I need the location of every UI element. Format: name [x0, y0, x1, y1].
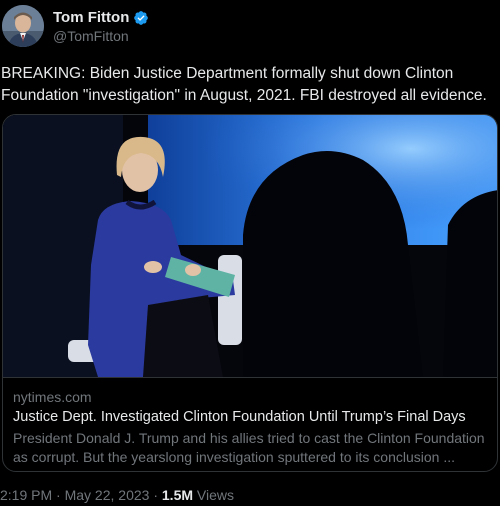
verified-badge-icon: [133, 10, 149, 26]
link-domain: nytimes.com: [13, 389, 92, 405]
author-handle[interactable]: @TomFitton: [53, 28, 129, 44]
link-preview-card[interactable]: nytimes.com Justice Dept. Investigated C…: [2, 114, 498, 472]
link-preview-image[interactable]: [3, 115, 497, 377]
avatar[interactable]: [2, 5, 44, 47]
tweet-meta: 2:19 PM · May 22, 2023 · 1.5M Views: [0, 487, 234, 503]
tweet-header: Tom Fitton @TomFitton: [0, 0, 500, 56]
link-description: President Donald J. Trump and his allies…: [13, 430, 485, 465]
meta-separator: ·: [56, 487, 61, 503]
tweet-date[interactable]: May 22, 2023: [65, 487, 150, 503]
author-name-row: Tom Fitton: [53, 9, 149, 26]
meta-separator: ·: [153, 487, 158, 503]
link-title[interactable]: Justice Dept. Investigated Clinton Found…: [13, 409, 466, 425]
views-label: Views: [196, 487, 234, 503]
tweet-time[interactable]: 2:19 PM: [0, 487, 52, 503]
tweet-text: BREAKING: Biden Justice Department forma…: [1, 65, 487, 104]
link-preview-meta[interactable]: nytimes.com Justice Dept. Investigated C…: [3, 377, 497, 471]
views-count[interactable]: 1.5M: [162, 487, 193, 503]
author-display-name[interactable]: Tom Fitton: [53, 9, 129, 26]
